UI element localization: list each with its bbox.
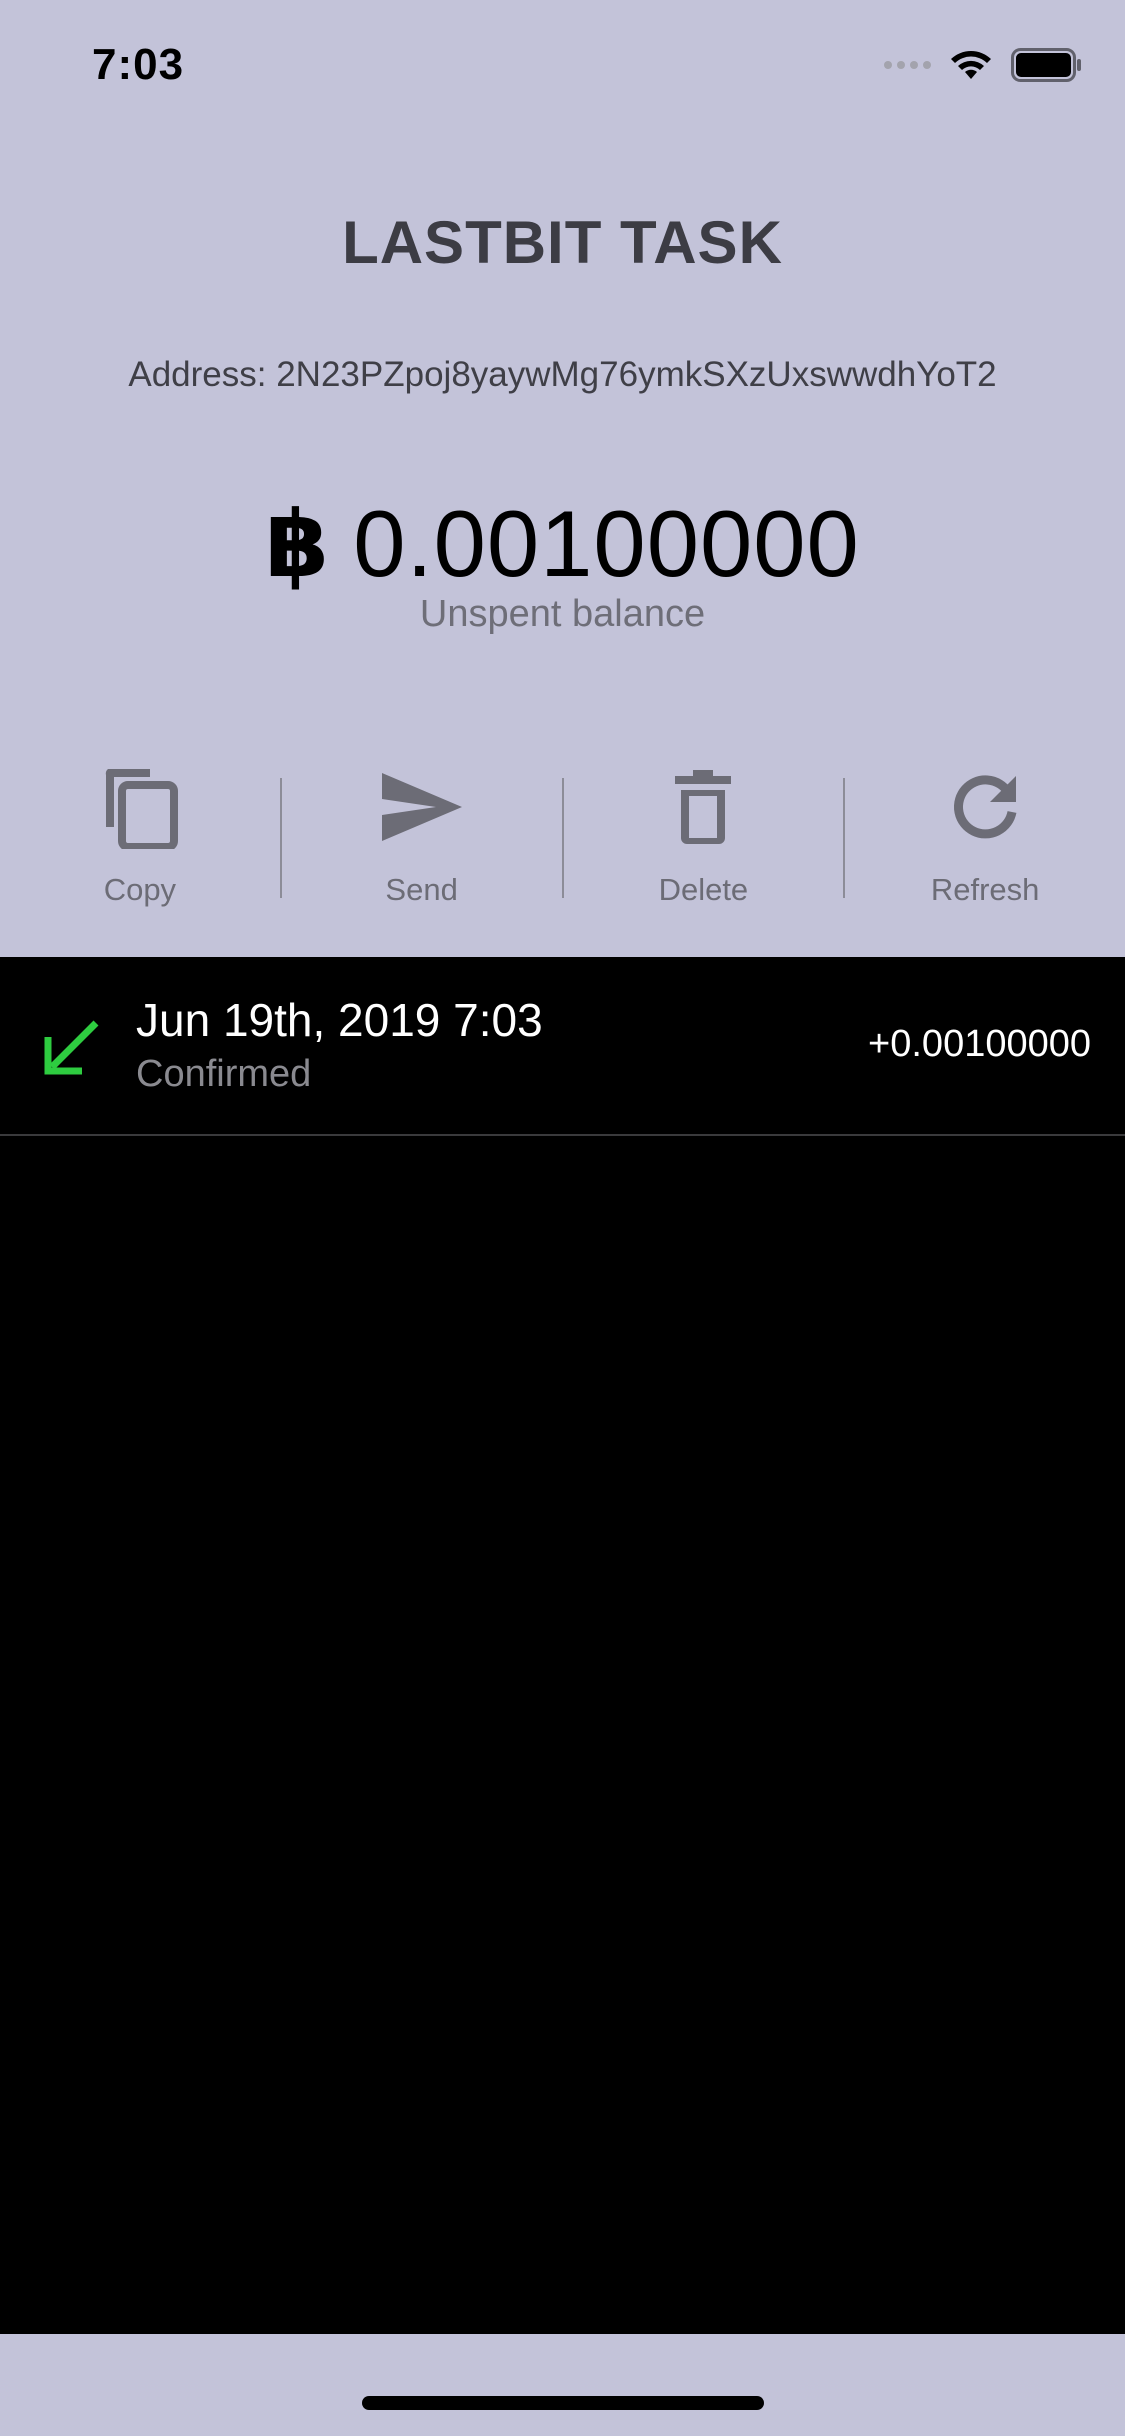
app-title: LASTBIT TASK (342, 209, 783, 276)
copy-icon (105, 769, 178, 849)
send-label: Send (385, 872, 458, 907)
transaction-amount: +0.00100000 (868, 1023, 1091, 1065)
send-icon (381, 773, 462, 841)
balance-value: 0.00100000 (353, 491, 860, 596)
incoming-arrow-icon (44, 1020, 99, 1075)
bottom-safe-area (0, 2334, 1125, 2436)
refresh-icon (954, 775, 1017, 839)
action-bar: Copy Send Delete Refresh (0, 762, 1125, 912)
balance-display: ฿ 0.00100000 (0, 490, 1125, 598)
transaction-date: Jun 19th, 2019 7:03 (136, 994, 543, 1046)
status-icons (884, 48, 1083, 82)
wallet-address: Address: 2N23PZpoj8yaywMg76ymkSXzUxswwdh… (128, 355, 997, 394)
wifi-icon (951, 51, 991, 79)
balance-label: Unspent balance (419, 593, 706, 635)
trash-icon (675, 770, 732, 844)
bitcoin-symbol: ฿ (265, 490, 330, 598)
copy-label: Copy (103, 872, 177, 907)
wallet-header-panel: 7:03 LASTBIT TASK Address: 2N23PZpoj8yay… (0, 0, 1125, 957)
transaction-row[interactable]: Jun 19th, 2019 7:03 Confirmed +0.0010000… (0, 957, 1125, 1136)
delete-label: Delete (658, 872, 749, 907)
home-indicator[interactable] (362, 2396, 764, 2410)
copy-button[interactable]: Copy (0, 762, 280, 912)
battery-icon (1011, 48, 1081, 82)
transaction-status: Confirmed (136, 1053, 312, 1095)
delete-button[interactable]: Delete (564, 762, 844, 912)
signal-icon (884, 61, 931, 69)
refresh-button[interactable]: Refresh (845, 762, 1125, 912)
refresh-label: Refresh (930, 872, 1040, 907)
send-button[interactable]: Send (282, 762, 562, 912)
status-time: 7:03 (92, 40, 185, 89)
